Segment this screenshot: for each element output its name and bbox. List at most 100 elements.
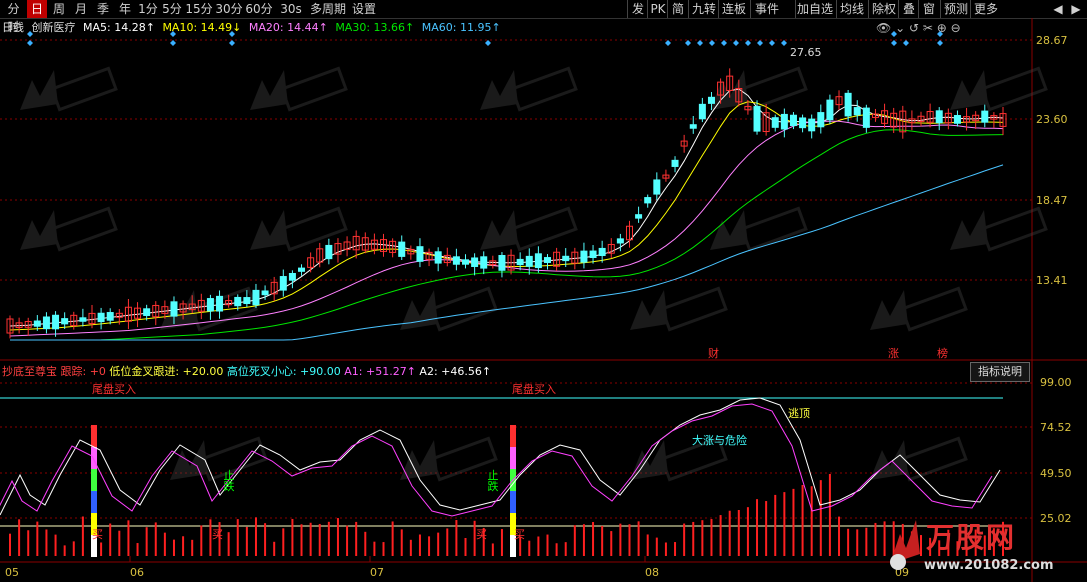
ma5-line <box>9 88 1004 327</box>
candle-body <box>216 295 224 312</box>
candle-body <box>580 250 588 263</box>
indicator-tick: 49.50 <box>1040 467 1072 480</box>
x-axis-label: 05 <box>5 566 19 579</box>
price-tick: 28.67 <box>1036 34 1068 47</box>
indicator-explain-button[interactable]: 指标说明 <box>970 362 1030 382</box>
event-tag-limitup[interactable]: 涨 <box>888 345 899 361</box>
candle-body <box>534 253 542 269</box>
kline-chart[interactable] <box>0 0 1087 582</box>
candle-body <box>808 118 816 132</box>
bull-logo-icon <box>890 520 920 570</box>
candle-body <box>279 276 287 291</box>
candle-body <box>543 257 551 263</box>
high-price-marker: 27.65 <box>790 46 822 59</box>
indicator-a1: A1: +51.27↑ <box>344 365 416 378</box>
watermark-box <box>980 66 1048 112</box>
signal-diamond-icon <box>697 40 703 46</box>
candle-body <box>589 250 597 259</box>
ma10-line <box>9 101 1004 331</box>
signal-diamond-icon <box>903 40 909 46</box>
candle-body <box>106 312 114 321</box>
watermark-box <box>430 286 498 332</box>
event-tag-finance[interactable]: 财 <box>708 345 719 361</box>
signal-column <box>510 447 516 469</box>
signal-column <box>91 491 97 513</box>
watermark-box <box>280 66 348 112</box>
signal-column <box>91 447 97 469</box>
candle-body <box>780 113 788 130</box>
candle-body <box>33 320 41 327</box>
candle-body <box>689 124 697 129</box>
tail-buy-label: 尾盘买入 <box>512 383 556 396</box>
buy-signal: 买 <box>476 528 487 541</box>
signal-diamond-icon <box>27 40 33 46</box>
candle-body <box>771 117 779 128</box>
signal-column <box>510 491 516 513</box>
candle-body <box>52 314 60 330</box>
candle-body <box>97 312 105 323</box>
signal-diamond-icon <box>665 40 671 46</box>
candle-body <box>61 318 69 325</box>
brand-name: 万股网 <box>926 521 1017 554</box>
watermark-stamp <box>20 66 118 112</box>
tail-buy-label: 尾盘买入 <box>92 383 136 396</box>
signal-diamond-icon <box>757 40 763 46</box>
candle-body <box>480 256 488 269</box>
candle-body <box>953 115 961 124</box>
candle-body <box>298 267 306 272</box>
signal-diamond-icon <box>745 40 751 46</box>
oscillator-line-a1 <box>0 403 993 517</box>
candle-body <box>243 297 251 304</box>
signal-diamond-icon <box>721 40 727 46</box>
indicator-title[interactable]: 抄底至尊宝 <box>2 365 57 378</box>
watermark-stamp <box>20 206 118 252</box>
candle-body <box>398 241 406 257</box>
signal-diamond-icon <box>229 31 235 37</box>
buy-signal: 买 <box>514 528 525 541</box>
x-axis-label: 06 <box>130 566 144 579</box>
brand-logo: 万股网 www.201082.com <box>884 510 1084 580</box>
watermark-stamp <box>400 286 498 332</box>
price-tick: 13.41 <box>1036 274 1068 287</box>
candle-body <box>862 107 870 128</box>
x-axis-label: 08 <box>645 566 659 579</box>
watermark-box <box>510 66 578 112</box>
price-tick: 23.60 <box>1036 113 1068 126</box>
candle-body <box>42 316 50 330</box>
candle-body <box>452 256 460 265</box>
brand-url: www.201082.com <box>924 558 1054 573</box>
candle-body <box>935 110 943 124</box>
indicator-a2: A2: +46.56↑ <box>419 365 492 378</box>
candle-body <box>644 197 652 204</box>
candle-body <box>671 159 679 167</box>
watermark-box <box>50 66 118 112</box>
watermark-stamp <box>250 206 348 252</box>
signal-diamond-icon <box>733 40 739 46</box>
candle-body <box>462 259 470 265</box>
indicator-tick: 74.52 <box>1040 421 1072 434</box>
candle-body <box>516 258 524 266</box>
watermark-stamp <box>710 206 808 252</box>
watermark-stamp <box>870 286 968 332</box>
signal-column <box>510 425 516 447</box>
signal-diamond-icon <box>229 40 235 46</box>
candle-body <box>817 112 825 128</box>
event-tag-rank[interactable]: 榜 <box>937 345 948 361</box>
signal-diamond-icon <box>170 40 176 46</box>
signal-diamond-icon <box>685 40 691 46</box>
indicator-track: 跟踪: +0 <box>60 365 106 378</box>
candle-body <box>170 301 178 317</box>
signal-diamond-icon <box>709 40 715 46</box>
candle-body <box>434 251 442 264</box>
signal-diamond-icon <box>937 40 943 46</box>
candle-body <box>753 106 761 132</box>
x-axis-label: 07 <box>370 566 384 579</box>
candle-body <box>698 103 706 120</box>
candle-body <box>653 179 661 195</box>
candle-body <box>598 247 606 257</box>
signal-diamond-icon <box>769 40 775 46</box>
signal-column <box>91 469 97 491</box>
candle-body <box>261 290 269 296</box>
watermark-stamp <box>400 436 498 482</box>
signal-diamond-icon <box>170 31 176 37</box>
